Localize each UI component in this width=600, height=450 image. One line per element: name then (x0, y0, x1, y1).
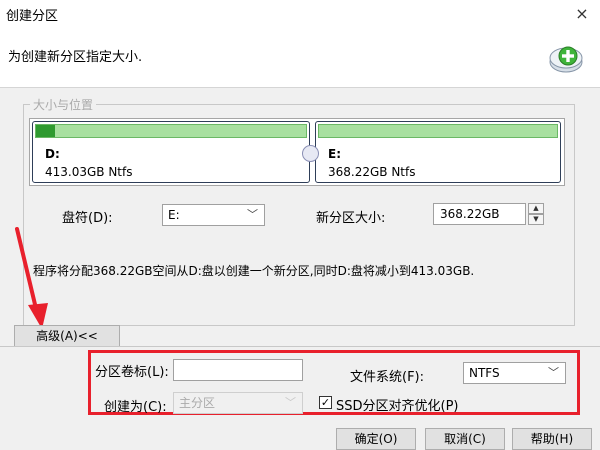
ssd-align-checkbox[interactable]: ✓ (319, 396, 332, 409)
partition-e-info: 368.22GB Ntfs (328, 165, 416, 179)
filesystem-label: 文件系统(F): (350, 370, 425, 385)
annotation-arrow (15, 227, 48, 329)
volume-label-input[interactable] (173, 359, 303, 381)
allocation-info-text: 程序将分配368.22GB空间从D:盘以创建一个新分区,同时D:盘将减小到413… (33, 264, 475, 278)
filesystem-select[interactable]: NTFS ﹀ (463, 362, 566, 384)
close-button[interactable]: × (570, 2, 594, 26)
create-as-select[interactable]: 主分区 ﹀ (173, 392, 303, 414)
partition-d-block[interactable]: D: 413.03GB Ntfs (32, 121, 310, 183)
size-spin-up-button[interactable]: ▲ (528, 203, 544, 214)
advanced-toggle-button[interactable]: 高级(A)<< (14, 325, 120, 347)
partition-d-used-fill (36, 125, 55, 137)
drive-letter-select[interactable]: E: ﹀ (162, 204, 265, 226)
add-partition-icon (549, 46, 583, 73)
drive-letter-value: E: (168, 208, 180, 222)
create-as-label: 创建为(C): (104, 400, 167, 415)
chevron-down-icon: ﹀ (247, 208, 258, 221)
group-legend: 大小与位置 (30, 96, 97, 113)
filesystem-value: NTFS (469, 366, 500, 380)
chevron-down-icon: ﹀ (548, 366, 559, 379)
new-size-input[interactable]: 368.22GB (433, 203, 526, 225)
ssd-align-label[interactable]: SSD分区对齐优化(P) (336, 395, 459, 414)
partition-e-block[interactable]: E: 368.22GB Ntfs (315, 121, 561, 183)
title-bar (0, 0, 600, 30)
partition-d-name: D: (45, 147, 60, 161)
cancel-button[interactable]: 取消(C) (425, 428, 505, 450)
ok-button[interactable]: 确定(O) (336, 428, 416, 450)
check-icon: ✓ (320, 396, 331, 409)
partition-resize-handle[interactable] (302, 145, 319, 162)
partition-e-usage-bar (318, 124, 558, 138)
header-instruction: 为创建新分区指定大小. (8, 50, 143, 65)
advanced-separator (0, 346, 600, 347)
partition-d-info: 413.03GB Ntfs (45, 165, 133, 179)
window-title: 创建分区 (6, 9, 59, 24)
size-spin-down-button[interactable]: ▼ (528, 214, 544, 225)
partition-e-name: E: (328, 147, 341, 161)
new-size-label: 新分区大小: (316, 211, 386, 226)
help-button[interactable]: 帮助(H) (512, 428, 592, 450)
drive-letter-label: 盘符(D): (62, 211, 113, 226)
chevron-down-icon: ﹀ (285, 396, 296, 409)
partition-d-usage-bar (35, 124, 307, 138)
volume-label-label: 分区卷标(L): (95, 365, 169, 380)
create-as-value: 主分区 (179, 396, 216, 410)
